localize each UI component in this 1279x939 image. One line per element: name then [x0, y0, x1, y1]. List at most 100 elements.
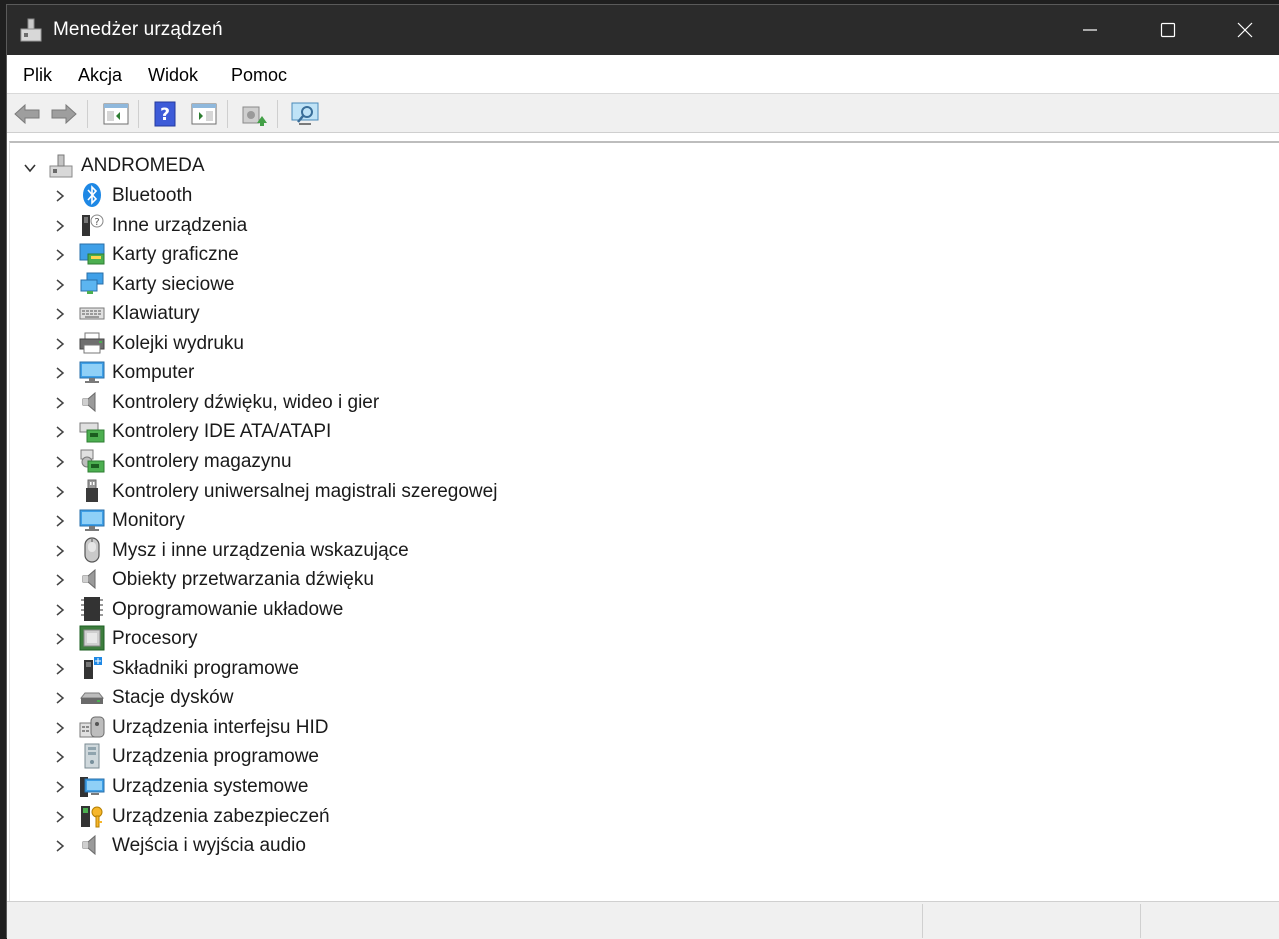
chevron-right-icon[interactable]: [53, 603, 67, 617]
menu-view[interactable]: Widok: [148, 65, 198, 86]
update-driver-button[interactable]: [239, 99, 269, 129]
chevron-right-icon[interactable]: [53, 307, 67, 321]
show-hide-console-tree-icon: [103, 103, 129, 125]
tree-item-label: Kontrolery magazynu: [112, 450, 292, 472]
tree-item-komputer[interactable]: Komputer: [10, 358, 710, 387]
computer-root-icon: [49, 154, 73, 178]
status-bar-separator: [1140, 904, 1141, 938]
security-device-icon: [81, 805, 103, 828]
chevron-right-icon[interactable]: [53, 780, 67, 794]
tree-item-kontrolery-dźwięku-wideo-i-gier[interactable]: Kontrolery dźwięku, wideo i gier: [10, 388, 710, 417]
tree-item-kolejki-wydruku[interactable]: Kolejki wydruku: [10, 329, 710, 358]
tree-item-wejścia-i-wyjścia-audio[interactable]: Wejścia i wyjścia audio: [10, 831, 710, 860]
tree-item-label: Inne urządzenia: [112, 214, 248, 236]
forward-icon: [51, 103, 77, 125]
forward-button[interactable]: [49, 99, 79, 129]
tree-item-inne-urządzenia[interactable]: ? Inne urządzenia: [10, 211, 710, 240]
tree-item-kontrolery-uniwersalnej-magistrali-szeregowej[interactable]: Kontrolery uniwersalnej magistrali szere…: [10, 477, 710, 506]
tree-item-label: Urządzenia zabezpieczeń: [112, 805, 330, 827]
system-device-icon: [80, 777, 105, 797]
toolbar-separator: [138, 100, 139, 128]
chevron-right-icon[interactable]: [53, 721, 67, 735]
menu-file[interactable]: Plik: [23, 65, 52, 86]
tree-item-stacje-dysków[interactable]: Stacje dysków: [10, 683, 710, 712]
tree-item-label: Kolejki wydruku: [112, 332, 244, 354]
chevron-right-icon[interactable]: [53, 691, 67, 705]
display-adapter-icon: [79, 243, 105, 265]
tree-item-obiekty-przetwarzania-dźwięku[interactable]: Obiekty przetwarzania dźwięku: [10, 565, 710, 594]
menu-action[interactable]: Akcja: [78, 65, 122, 86]
tree-item-składniki-programowe[interactable]: Składniki programowe: [10, 654, 710, 683]
minimize-button[interactable]: [1052, 5, 1128, 55]
back-button[interactable]: [12, 99, 42, 129]
status-bar-separator: [922, 904, 923, 938]
software-component-icon: [84, 656, 102, 679]
chevron-right-icon[interactable]: [53, 485, 67, 499]
chevron-right-icon[interactable]: [53, 337, 67, 351]
action-pane-button[interactable]: [189, 99, 219, 129]
chevron-right-icon[interactable]: [53, 189, 67, 203]
speaker-icon: [82, 569, 96, 590]
tree-item-oprogramowanie-układowe[interactable]: Oprogramowanie układowe: [10, 595, 710, 624]
tree-item-urządzenia-systemowe[interactable]: Urządzenia systemowe: [10, 772, 710, 801]
maximize-icon: [1160, 22, 1176, 38]
tree-item-klawiatury[interactable]: Klawiatury: [10, 299, 710, 328]
action-pane-icon: [191, 103, 217, 125]
tree-item-label: Składniki programowe: [112, 657, 299, 679]
tree-item-kontrolery-ide-ata-atapi[interactable]: Kontrolery IDE ATA/ATAPI: [10, 417, 710, 446]
menu-bar: Plik Akcja Widok Pomoc: [7, 55, 1279, 93]
chevron-right-icon[interactable]: [53, 810, 67, 824]
chevron-right-icon[interactable]: [53, 544, 67, 558]
tree-item-label: Procesory: [112, 628, 198, 650]
chevron-right-icon[interactable]: [53, 248, 67, 262]
maximize-button[interactable]: [1130, 5, 1206, 55]
ide-controller-icon: [79, 422, 105, 443]
tree-item-label: Urządzenia programowe: [112, 746, 319, 768]
tree-item-label: Kontrolery dźwięku, wideo i gier: [112, 391, 380, 413]
tree-item-kontrolery-magazynu[interactable]: Kontrolery magazynu: [10, 447, 710, 476]
chevron-right-icon[interactable]: [53, 455, 67, 469]
svg-text:?: ?: [94, 217, 99, 228]
tree-item-urządzenia-interfejsu-hid[interactable]: Urządzenia interfejsu HID: [10, 713, 710, 742]
chevron-right-icon[interactable]: [53, 514, 67, 528]
close-button[interactable]: [1207, 5, 1279, 55]
chevron-right-icon[interactable]: [53, 366, 67, 380]
title-bar[interactable]: Menedżer urządzeń: [7, 5, 1279, 55]
chevron-down-icon[interactable]: [23, 161, 37, 175]
chevron-right-icon[interactable]: [53, 750, 67, 764]
tree-item-karty-graficzne[interactable]: Karty graficzne: [10, 240, 710, 269]
chevron-right-icon[interactable]: [53, 632, 67, 646]
back-icon: [14, 103, 40, 125]
chevron-right-icon[interactable]: [53, 278, 67, 292]
tree-item-label: Urządzenia systemowe: [112, 776, 309, 797]
tree-item-procesory[interactable]: Procesory: [10, 624, 710, 653]
help-button[interactable]: ?: [150, 99, 180, 129]
tree-item-bluetooth[interactable]: Bluetooth: [10, 181, 710, 210]
bluetooth-icon: [83, 183, 101, 207]
chevron-right-icon[interactable]: [53, 425, 67, 439]
chevron-right-icon[interactable]: [53, 839, 67, 853]
scan-hardware-button[interactable]: [290, 99, 320, 129]
mouse-icon: [84, 536, 100, 563]
unknown-device-icon: ?: [82, 214, 104, 236]
close-icon: [1237, 22, 1253, 38]
tree-item-monitory[interactable]: Monitory: [10, 506, 710, 535]
chevron-right-icon[interactable]: [53, 573, 67, 587]
toolbar-separator: [277, 100, 278, 128]
minimize-icon: [1083, 29, 1097, 31]
processor-icon: [79, 625, 105, 651]
tree-item-label: Karty graficzne: [112, 244, 239, 266]
tree-item-urządzenia-zabezpieczeń[interactable]: Urządzenia zabezpieczeń: [10, 802, 710, 831]
device-tree[interactable]: ANDROMEDA Bluetooth? Inne urządzenia Karty…: [9, 141, 1279, 903]
network-adapter-icon: [80, 272, 104, 294]
chevron-right-icon[interactable]: [53, 219, 67, 233]
speaker-icon: [82, 391, 96, 412]
show-hide-console-tree-button[interactable]: [101, 99, 131, 129]
tree-item-karty-sieciowe[interactable]: Karty sieciowe: [10, 270, 710, 299]
menu-help[interactable]: Pomoc: [231, 65, 287, 86]
tree-item-urządzenia-programowe[interactable]: Urządzenia programowe: [10, 742, 710, 771]
device-manager-window: Menedżer urządzeń Plik Akcja Widok Pomoc…: [6, 4, 1279, 939]
chevron-right-icon[interactable]: [53, 396, 67, 410]
chevron-right-icon[interactable]: [53, 662, 67, 676]
tree-item-mysz-i-inne-urządzenia-wskazujące[interactable]: Mysz i inne urządzenia wskazujące: [10, 536, 710, 565]
